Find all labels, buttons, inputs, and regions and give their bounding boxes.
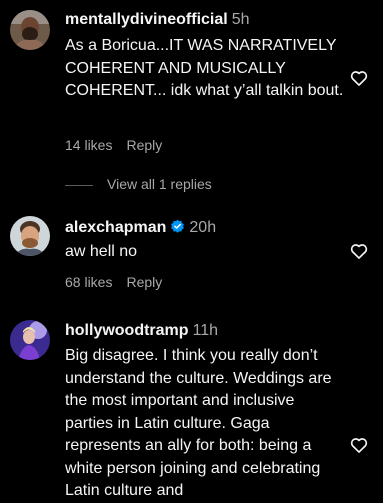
comment-time: 5h (231, 11, 250, 28)
likes-count[interactable]: 68 likes (65, 274, 112, 290)
verified-badge-icon (170, 219, 185, 234)
avatar-photo-icon (10, 320, 50, 360)
view-replies-button[interactable]: View all 1 replies (65, 176, 212, 192)
comment-text: As a Boricua...IT WAS NARRATIVELY COHERE… (65, 37, 344, 99)
reply-button[interactable]: Reply (126, 274, 162, 290)
comment-username[interactable]: alexchapman (65, 219, 166, 236)
like-button[interactable] (349, 435, 369, 455)
reply-button[interactable]: Reply (126, 137, 162, 153)
comment-item: mentallydivineofficial 5h As a Boricua...… (0, 0, 383, 200)
comment-username[interactable]: hollywoodtramp (65, 322, 189, 339)
comment-time: 11h (192, 322, 219, 339)
replies-divider (65, 184, 93, 186)
avatar[interactable] (10, 320, 50, 360)
comment-item: alexchapman 20h aw hell no 68 likes Reply (0, 206, 383, 306)
heart-outline-icon (350, 438, 368, 453)
like-button[interactable] (349, 68, 369, 88)
comment-username[interactable]: mentallydivineofficial (65, 11, 228, 28)
comment-text: Big disagree. I think you really don’t u… (65, 347, 332, 499)
avatar-photo-icon (10, 10, 50, 50)
heart-outline-icon (350, 244, 368, 259)
likes-count[interactable]: 14 likes (65, 137, 112, 153)
avatar[interactable] (10, 10, 50, 50)
avatar-photo-icon (10, 216, 50, 256)
heart-outline-icon (350, 71, 368, 86)
like-button[interactable] (349, 241, 369, 261)
comment-time: 20h (189, 219, 217, 236)
avatar[interactable] (10, 216, 50, 256)
view-replies-label: View all 1 replies (107, 176, 212, 192)
comment-item: hollywoodtramp 11h Big disagree. I think … (0, 312, 383, 502)
comment-text: aw hell no (65, 243, 138, 260)
